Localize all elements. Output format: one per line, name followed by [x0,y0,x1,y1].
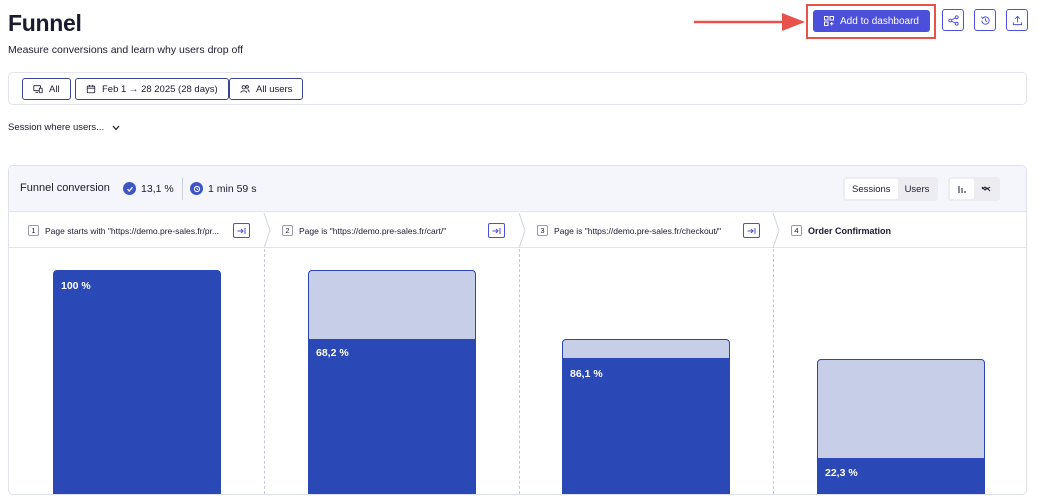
bar-conversion-label: 68,2 % [316,347,349,359]
funnel-bar-converted[interactable]: 86,1 % [562,358,730,494]
devices-icon [33,85,43,94]
funnel-panel: Funnel conversion 13,1 % 1 min 59 s Sess… [8,165,1027,495]
jump-to-icon [237,227,246,234]
step-separator-chevron [263,213,271,248]
step-number: 1 [28,225,39,236]
panel-header: Funnel conversion 13,1 % 1 min 59 s Sess… [9,166,1026,212]
column-divider [773,249,774,494]
step-2-goto-button[interactable] [488,223,505,238]
duration-metric: 1 min 59 s [190,182,256,195]
funnel-bar-converted[interactable]: 22,3 % [817,458,985,494]
funnel-bar-converted[interactable]: 100 % [53,270,221,494]
step-label: Page is "https://demo.pre-sales.fr/check… [554,225,722,236]
conversion-rate-metric: 13,1 % [123,182,174,195]
jump-to-icon [492,227,501,234]
bar-conversion-label: 22,3 % [825,467,858,479]
chart-type-toggle [948,177,1000,201]
dashboard-grid-icon [824,16,835,26]
device-filter-label: All [49,83,60,95]
step-label: Page starts with "https://demo.pre-sales… [45,225,220,236]
toggle-sessions[interactable]: Sessions [845,179,898,199]
funnel-step-2: 2 Page is "https://demo.pre-sales.fr/car… [282,213,446,248]
bar-chart-icon [958,186,966,193]
users-icon [240,85,250,93]
panel-title: Funnel conversion [20,182,110,194]
segment-filter[interactable]: All users [229,78,304,100]
toggle-users[interactable]: Users [898,179,937,199]
step-separator-chevron [772,213,780,248]
device-filter[interactable]: All [22,78,71,100]
bar-conversion-label: 100 % [61,280,91,292]
clock-icon [190,182,203,195]
calendar-icon [86,84,96,94]
step-1-goto-button[interactable] [233,223,250,238]
duration-value: 1 min 59 s [208,182,257,195]
trend-line-icon [981,186,991,192]
step-label: Order Confirmation [808,225,892,236]
annotation-arrow [694,13,805,31]
date-range-label: Feb 1 → 28 2025 (28 days) [102,83,218,95]
funnel-step-4: 4 Order Confirmation [791,213,891,248]
view-toggle: Sessions Users [843,177,939,201]
history-button[interactable] [974,9,996,31]
jump-to-icon [747,227,756,234]
segment-filter-label: All users [256,83,293,95]
step-separator-chevron [518,213,526,248]
funnel-bar-dropoff[interactable] [308,270,476,340]
bar-chart-option[interactable] [950,179,974,199]
page-subtitle: Measure conversions and learn why users … [8,44,244,56]
funnel-steps-row: 1 Page starts with "https://demo.pre-sal… [9,213,1026,248]
date-range-filter[interactable]: Feb 1 → 28 2025 (28 days) [75,78,229,100]
funnel-bar-converted[interactable]: 68,2 % [308,339,476,494]
step-3-goto-button[interactable] [743,223,760,238]
share-icon [947,14,959,26]
trend-chart-option[interactable] [974,179,998,199]
step-number: 3 [537,225,548,236]
step-label: Page is "https://demo.pre-sales.fr/cart/… [299,225,447,236]
upload-icon [1012,15,1022,25]
column-divider [519,249,520,494]
funnel-bar-dropoff[interactable] [562,339,730,359]
session-select-label: Session where users... [8,122,105,133]
column-divider [264,249,265,494]
conversion-rate-value: 13,1 % [141,182,174,195]
share-button[interactable] [942,9,964,31]
session-select-dropdown[interactable]: Session where users... [8,122,120,133]
step-number: 4 [791,225,802,236]
funnel-bar-dropoff[interactable] [817,359,985,459]
check-circle-icon [123,182,136,195]
history-icon [980,15,990,25]
export-button[interactable] [1006,9,1028,31]
page-title: Funnel [8,10,82,36]
header-divider [182,178,183,200]
step-number: 2 [282,225,293,236]
add-to-dashboard-label: Add to dashboard [840,15,919,27]
add-to-dashboard-button[interactable]: Add to dashboard [813,10,930,32]
bar-conversion-label: 86,1 % [570,368,603,380]
chevron-down-icon [112,125,120,130]
funnel-step-3: 3 Page is "https://demo.pre-sales.fr/che… [537,213,721,248]
funnel-step-1: 1 Page starts with "https://demo.pre-sal… [28,213,219,248]
filter-bar: All Feb 1 → 28 2025 (28 days) All users [8,72,1027,105]
